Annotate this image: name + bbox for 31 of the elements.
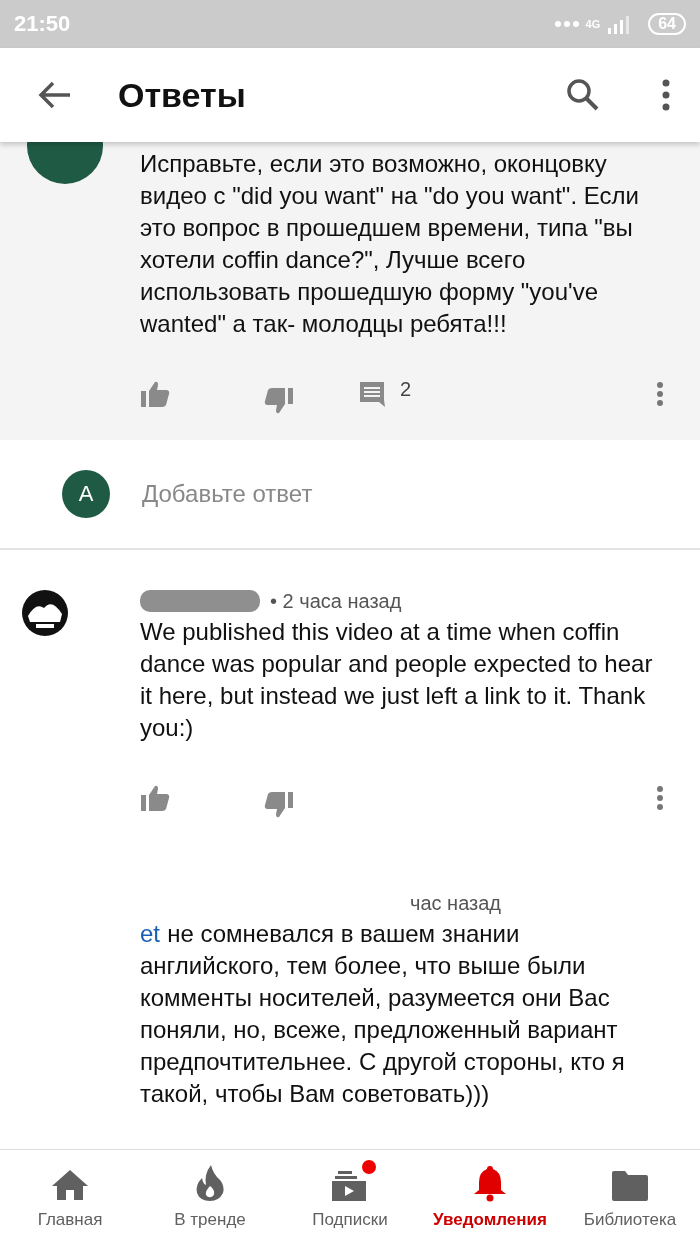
thumbs-up-icon[interactable] <box>140 380 170 408</box>
folder-icon <box>611 1170 649 1202</box>
channel-logo-icon[interactable] <box>22 590 68 636</box>
user-avatar: A <box>62 470 110 518</box>
bell-icon <box>473 1164 507 1202</box>
back-arrow-icon[interactable] <box>38 80 72 110</box>
more-icon[interactable] <box>662 79 670 111</box>
home-icon <box>50 1168 90 1202</box>
comment-text: et не сомневался в вашем знании английского, тем более, что выше были комменты носителей, разумеется они Вас поняли, но, всеже, предложенный вариант предпочтительнее. С другой стороны, кто я такой, чтобы Вам советовать))) <box>140 919 626 1109</box>
reply-count: 2 <box>400 377 412 401</box>
more-icon[interactable] <box>656 381 664 407</box>
page-title: Ответы <box>118 75 247 115</box>
comment-time: • 2 часа назад <box>270 589 402 613</box>
comment-text: Исправьте, если это возможно, оконцовку видео с "did you want" на "do you want". Если это вопрос в прошедшем времени, типа "вы хотели coffin dance?", Лучше всего использовать прошедшую форму "you've wanted" а так- молодцы ребята!!! <box>140 149 640 339</box>
more-icon[interactable] <box>656 785 664 811</box>
nav-tab[interactable]: Библиотека <box>560 1150 700 1244</box>
dots-icon <box>553 20 580 28</box>
nav-tab[interactable]: В тренде <box>140 1150 280 1244</box>
flame-icon <box>195 1164 225 1202</box>
nav-tab[interactable]: Главная <box>0 1150 140 1244</box>
comment-text: We published this video at a time when coffin dance was popular and people expected to hear it here, but instead we just left a link to it. Thank you:) <box>140 617 654 743</box>
search-icon[interactable] <box>566 78 600 112</box>
mention-link[interactable]: et <box>140 920 160 947</box>
thumbs-down-icon[interactable] <box>264 791 294 819</box>
comment-time: час назад <box>410 891 501 915</box>
thumbs-down-icon[interactable] <box>264 387 294 415</box>
reply-field[interactable]: Добавьте ответ <box>140 479 544 509</box>
thumbs-up-icon[interactable] <box>140 784 170 812</box>
nav-tab[interactable]: Уведомления <box>420 1150 560 1244</box>
nav-tab[interactable]: Подписки <box>280 1150 420 1244</box>
comment-icon[interactable] <box>358 380 386 408</box>
